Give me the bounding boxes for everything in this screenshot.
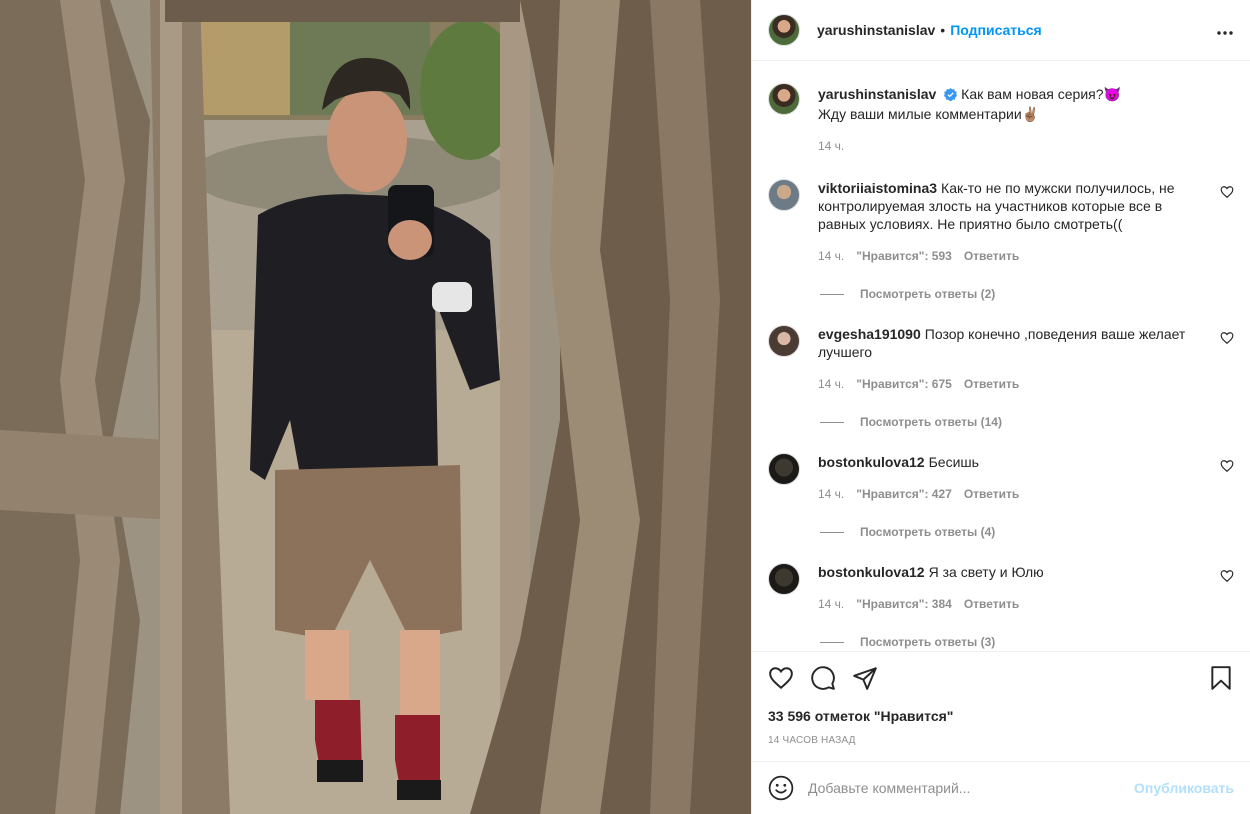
more-options-icon[interactable] xyxy=(1216,21,1234,39)
likes-count[interactable]: 33 596 отметок "Нравится" xyxy=(768,708,1234,724)
caption-meta: 14 ч. xyxy=(818,137,1204,155)
comment-username[interactable]: evgesha191090 xyxy=(818,326,921,342)
author-username[interactable]: yarushinstanislav xyxy=(817,22,935,38)
author-avatar[interactable] xyxy=(768,83,800,115)
caption-body: yarushinstanislav Как вам новая серия?😈 … xyxy=(818,83,1234,155)
reply-button[interactable]: Ответить xyxy=(964,247,1019,265)
comment-like-heart-icon[interactable] xyxy=(1220,569,1234,583)
comment: evgesha191090 Позор конечно ,поведения ва… xyxy=(768,325,1234,393)
comment-username[interactable]: viktoriiaistomina3 xyxy=(818,180,937,196)
comment-username[interactable]: bostonkulova12 xyxy=(818,564,925,580)
comment-likes[interactable]: "Нравится": 675 xyxy=(856,375,952,393)
replies-divider xyxy=(820,641,844,643)
comment-body: bostonkulova12 Бесишь 14 ч. "Нравится": 4… xyxy=(818,453,1234,503)
reply-button[interactable]: Ответить xyxy=(964,375,1019,393)
replies-divider xyxy=(820,531,844,533)
comment-meta: 14 ч. "Нравится": 675 Ответить xyxy=(818,375,1204,393)
comment-meta: 14 ч. "Нравится": 593 Ответить xyxy=(818,247,1204,265)
comment-body: evgesha191090 Позор конечно ,поведения ва… xyxy=(818,325,1234,393)
comment-like-heart-icon[interactable] xyxy=(1220,459,1234,473)
comments-list[interactable]: yarushinstanislav Как вам новая серия?😈 … xyxy=(752,61,1250,651)
bookmark-icon[interactable] xyxy=(1208,665,1234,691)
comment: bostonkulova12 Бесишь 14 ч. "Нравится": 4… xyxy=(768,453,1234,503)
comment-text: Я за свету и Юлю xyxy=(928,564,1044,580)
comment-meta: 14 ч. "Нравится": 384 Ответить xyxy=(818,595,1204,613)
view-replies-button[interactable]: Посмотреть ответы (14) xyxy=(820,415,1234,429)
view-replies-label: Посмотреть ответы (14) xyxy=(860,415,1002,429)
comment-likes[interactable]: "Нравится": 593 xyxy=(856,247,952,265)
comment-time[interactable]: 14 ч. xyxy=(818,595,844,613)
caption-username[interactable]: yarushinstanislav xyxy=(818,86,936,102)
comment-body: bostonkulova12 Я за свету и Юлю 14 ч. "Нр… xyxy=(818,563,1234,613)
commenter-avatar[interactable] xyxy=(768,325,800,357)
post-photo[interactable] xyxy=(0,0,751,814)
comment-time[interactable]: 14 ч. xyxy=(818,375,844,393)
publish-button[interactable]: Опубликовать xyxy=(1134,780,1234,796)
view-replies-label: Посмотреть ответы (2) xyxy=(860,287,996,301)
comment: bostonkulova12 Я за свету и Юлю 14 ч. "Нр… xyxy=(768,563,1234,613)
comment-like-heart-icon[interactable] xyxy=(1220,185,1234,199)
separator-dot: • xyxy=(940,22,946,38)
post-header: yarushinstanislav • Подписаться xyxy=(752,0,1250,61)
comment-bubble-icon[interactable] xyxy=(810,665,836,691)
mirror-selfie-illustration xyxy=(0,0,751,814)
post-side-panel: yarushinstanislav • Подписаться yarushin… xyxy=(751,0,1250,814)
commenter-avatar[interactable] xyxy=(768,563,800,595)
comment-input[interactable] xyxy=(808,780,1135,796)
view-replies-button[interactable]: Посмотреть ответы (3) xyxy=(820,635,1234,649)
caption: yarushinstanislav Как вам новая серия?😈 … xyxy=(768,83,1234,155)
commenter-avatar[interactable] xyxy=(768,453,800,485)
action-icons xyxy=(768,652,1234,704)
author-avatar[interactable] xyxy=(768,14,800,46)
comment-body: viktoriiaistomina3 Как-то не по мужски по… xyxy=(818,179,1234,265)
post-actions: 33 596 отметок "Нравится" 14 ЧАСОВ НАЗАД xyxy=(752,651,1250,761)
comment-likes[interactable]: "Нравится": 427 xyxy=(856,485,952,503)
verified-badge-icon xyxy=(944,87,958,105)
replies-divider xyxy=(820,293,844,295)
paper-plane-icon[interactable] xyxy=(852,665,878,691)
comment-meta: 14 ч. "Нравится": 427 Ответить xyxy=(818,485,1204,503)
view-replies-button[interactable]: Посмотреть ответы (4) xyxy=(820,525,1234,539)
caption-line-1: Как вам новая серия?😈 xyxy=(961,86,1121,102)
comment-like-heart-icon[interactable] xyxy=(1220,331,1234,345)
view-replies-label: Посмотреть ответы (4) xyxy=(860,525,996,539)
reply-button[interactable]: Ответить xyxy=(964,485,1019,503)
comment-username[interactable]: bostonkulova12 xyxy=(818,454,925,470)
smiley-icon[interactable] xyxy=(768,775,794,801)
comment-time[interactable]: 14 ч. xyxy=(818,247,844,265)
commenter-avatar[interactable] xyxy=(768,179,800,211)
comment-text: Бесишь xyxy=(928,454,979,470)
heart-icon[interactable] xyxy=(768,665,794,691)
comment-time[interactable]: 14 ч. xyxy=(818,485,844,503)
view-replies-button[interactable]: Посмотреть ответы (2) xyxy=(820,287,1234,301)
reply-button[interactable]: Ответить xyxy=(964,595,1019,613)
caption-line-2: Жду ваши милые комментарии✌🏽 xyxy=(818,106,1040,122)
comment-likes[interactable]: "Нравится": 384 xyxy=(856,595,952,613)
follow-button[interactable]: Подписаться xyxy=(950,22,1042,38)
view-replies-label: Посмотреть ответы (3) xyxy=(860,635,996,649)
post-timestamp[interactable]: 14 ЧАСОВ НАЗАД xyxy=(768,735,1234,746)
caption-time[interactable]: 14 ч. xyxy=(818,137,844,155)
comment: viktoriiaistomina3 Как-то не по мужски по… xyxy=(768,179,1234,265)
replies-divider xyxy=(820,421,844,423)
add-comment-bar: Опубликовать xyxy=(752,761,1250,814)
